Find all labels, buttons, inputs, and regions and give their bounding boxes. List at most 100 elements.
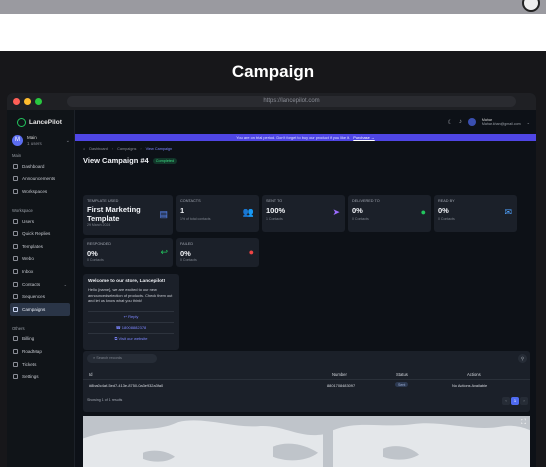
delivered-card: Delivered To 0% 0 Contacts ● (348, 195, 431, 232)
billing-icon (13, 336, 18, 342)
sidebar-item-tickets[interactable]: Tickets (10, 358, 70, 371)
sidebar-item-settings[interactable]: Settings (10, 370, 70, 383)
users-icon (13, 218, 18, 224)
delivered-label: Delivered To (352, 199, 380, 203)
section-others: Others (12, 325, 25, 331)
sidebar-item-campaigns[interactable]: Campaigns (10, 302, 70, 316)
contacts-card: Contacts 1 1% of total contacts 👥 (176, 195, 259, 232)
users-icon: 👥 (242, 207, 254, 217)
column-actions: Actions (467, 372, 481, 377)
sidebar-item-inbox[interactable]: Inbox (10, 265, 70, 278)
contacts-icon (13, 281, 18, 287)
main-content: ☾ ♪ Mahar Mahar.khan@gmail.com ⌄ You are… (75, 110, 536, 467)
preview-title: Welcome to our store, Lancepilot! (88, 279, 166, 284)
user-email: Mahar.khan@gmail.com (481, 122, 521, 126)
contacts-label: Contacts (180, 199, 201, 203)
settings-icon (13, 374, 18, 380)
chevron-down-icon: ⌄ (63, 281, 67, 287)
sidebar-item-dashboard[interactable]: Dashboard (10, 160, 70, 173)
dashboard-icon (13, 163, 18, 169)
envelope-icon: ✉ (504, 207, 512, 217)
template-date: 29 March 2024 (87, 223, 111, 227)
purchase-link[interactable]: Purchase → (353, 135, 374, 140)
page-next[interactable]: › (520, 397, 528, 405)
sidebar-item-users[interactable]: Users (10, 215, 70, 228)
sidebar-item-webo[interactable]: Webo (10, 253, 70, 266)
status-badge: Completed (152, 157, 178, 164)
sidebar-item-billing[interactable]: Billing (10, 333, 70, 346)
minimize-dot[interactable] (24, 98, 31, 105)
chevron-down-icon[interactable]: ⌄ (527, 120, 530, 125)
page-1[interactable]: 1 (511, 397, 519, 405)
column-number: Number (332, 372, 347, 377)
map-icon (13, 348, 18, 354)
cell-number: 8801708483097 (327, 383, 356, 388)
sidebar-item-sequences[interactable]: Sequences (10, 290, 70, 303)
close-dot[interactable] (13, 98, 20, 105)
sidebar-item-templates[interactable]: Templates (10, 240, 70, 253)
sequence-icon (13, 294, 18, 300)
contacts-value: 1 (180, 206, 185, 215)
section-main: Main (12, 153, 22, 158)
sent-sub: 1 Contacts (266, 217, 283, 221)
pagination-summary: Showing 1 of 1 results (87, 398, 123, 402)
message-preview: Welcome to our store, Lancepilot! Hello … (83, 274, 179, 350)
read-value: 0% (438, 206, 449, 215)
responded-value: 0% (87, 249, 98, 258)
responded-label: Responded (87, 242, 112, 246)
workspace-avatar: M (12, 135, 23, 146)
home-icon[interactable]: ⌂ (83, 147, 85, 151)
search-input[interactable]: ⌕ Search records (87, 354, 157, 363)
failed-icon: ● (248, 247, 254, 257)
bell-icon[interactable]: ♪ (459, 119, 462, 125)
sent-value: 100% (266, 206, 286, 215)
brand-name: LancePilot (29, 119, 62, 126)
filter-icon[interactable]: ⚲ (518, 354, 527, 363)
reply-icon: ↩ (160, 247, 168, 257)
sidebar-item-workspaces[interactable]: Workspaces (10, 185, 70, 198)
cell-actions: No Actions Available (452, 383, 488, 388)
template-icon: ▤ (159, 209, 168, 219)
trial-text: You are on trial period. Don't forget to… (236, 135, 351, 140)
website-button[interactable]: ⧉ Visit our website (88, 333, 174, 342)
user-info[interactable]: Mahar Mahar.khan@gmail.com (482, 118, 521, 127)
reply-button[interactable]: ↩ Reply (88, 311, 174, 320)
workspace-switcher[interactable]: M Main 1 users ⌄ (12, 135, 70, 146)
world-map (83, 420, 530, 467)
logo-icon (17, 118, 26, 127)
cell-id: #8ba0c4af-5ed7-413e-8750-0a3e932a3fa0 (89, 383, 164, 388)
user-avatar[interactable] (467, 118, 476, 126)
breadcrumb-home[interactable]: Dashboard (89, 147, 108, 151)
records-table: ⌕ Search records ⚲ Id Number Status Acti… (83, 351, 530, 412)
preview-body: Hello {name}, we are excited to our new … (88, 287, 173, 304)
contacts-sub: 1% of total contacts (180, 217, 211, 221)
sidebar-item-quick-replies[interactable]: Quick Replies (10, 227, 70, 240)
delivered-sub: 0 Contacts (352, 217, 369, 221)
maximize-dot[interactable] (35, 98, 42, 105)
responded-sub: 0 Contacts (87, 258, 104, 262)
url-bar[interactable]: https://lancepilot.com (67, 96, 516, 107)
brand[interactable]: LancePilot (7, 110, 74, 127)
breadcrumb: ⌂ Dashboard › Campaigns › View Campaign (83, 147, 173, 151)
chevron-down-icon: ⌄ (65, 137, 70, 144)
phone-button[interactable]: ☎ 18008882378 (88, 322, 174, 331)
browser-window: https://lancepilot.com LancePilot M Main… (7, 93, 536, 467)
top-header: ☾ ♪ Mahar Mahar.khan@gmail.com ⌄ (75, 110, 536, 134)
section-workspace: Workspace (12, 207, 33, 213)
sidebar-item-contacts[interactable]: Contacts ⌄ (10, 278, 70, 291)
breadcrumb-parent[interactable]: Campaigns (117, 147, 136, 151)
campaign-icon (13, 306, 18, 312)
moon-icon[interactable]: ☾ (447, 119, 452, 126)
check-circle-icon: ● (420, 207, 426, 217)
template-icon (13, 243, 18, 249)
column-status: Status (396, 372, 408, 377)
megaphone-icon (13, 176, 18, 182)
sidebar-item-announcements[interactable]: Announcements (10, 173, 70, 186)
sidebar-item-roadmap[interactable]: RoadMap (10, 345, 70, 358)
column-id: Id (89, 372, 93, 377)
fullscreen-icon[interactable]: ⛶ (521, 419, 526, 427)
trial-banner: You are on trial period. Don't forget to… (75, 134, 536, 141)
page-prev[interactable]: ‹ (502, 397, 510, 405)
failed-sub: 0 Contacts (180, 258, 197, 262)
contacts-map[interactable]: ⛶ (83, 416, 530, 467)
